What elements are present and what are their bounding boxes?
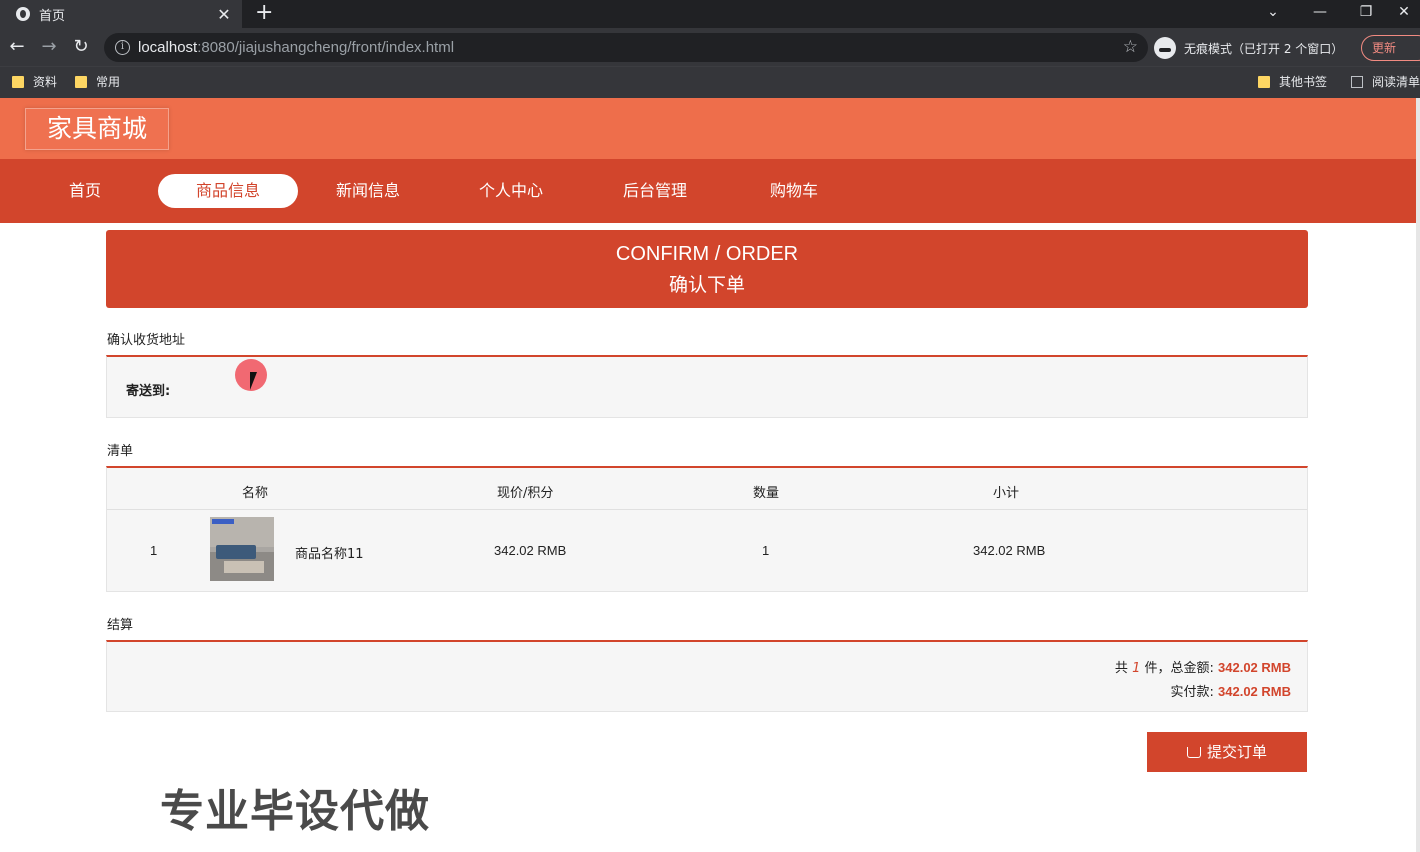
mouse-cursor-icon [250,372,257,390]
list-section-title: 清单 [107,444,134,459]
reload-icon[interactable]: ↻ [70,36,92,58]
settlement-section-title: 结算 [107,618,134,633]
submit-order-label: 提交订单 [1206,743,1267,761]
close-tab-icon[interactable]: ✕ [214,5,234,24]
nav-personal-center[interactable]: 个人中心 [441,174,581,208]
close-window-icon[interactable]: ✕ [1388,0,1420,28]
order-items-table [106,466,1308,592]
confirm-order-banner: CONFIRM / ORDER 确认下单 [106,230,1308,308]
address-section-title: 确认收货地址 [107,333,186,348]
settlement-box [106,640,1308,712]
bookmark-label: 其他书签 [1279,75,1328,89]
product-thumbnail[interactable] [210,517,274,581]
nav-products[interactable]: 商品信息 [158,174,298,208]
product-name[interactable]: 商品名称11 [295,543,364,562]
product-subtotal: 342.02 RMB [973,543,1046,558]
reading-list-icon [1351,75,1363,88]
bookmark-label: 阅读清单 [1372,75,1420,89]
bookmark-star-icon[interactable]: ☆ [1123,37,1138,57]
paid-amount: 342.02 RMB [1218,684,1291,699]
other-bookmarks[interactable]: 其他书签 [1258,73,1327,90]
header-subtotal: 小计 [993,486,1020,501]
nav-admin[interactable]: 后台管理 [585,174,725,208]
minimize-icon[interactable]: — [1297,0,1343,28]
bookmark-label: 常用 [96,75,121,89]
product-quantity: 1 [762,543,770,558]
folder-icon [1258,75,1270,88]
url-text[interactable]: localhost:8080/jiajushangcheng/front/ind… [138,39,454,56]
browser-tab[interactable]: 首页 ✕ [0,0,242,28]
site-info-icon[interactable]: i [115,40,130,55]
bookmarks-bar [0,66,1420,98]
tab-title: 首页 [39,8,66,24]
cart-icon [1186,747,1201,758]
folder-icon [75,75,87,88]
bookmark-folder-changyong[interactable]: 常用 [75,73,120,90]
row-index: 1 [150,543,158,558]
header-name: 名称 [242,486,269,501]
site-logo[interactable]: 家具商城 [25,108,169,150]
product-price: 342.02 RMB [494,543,567,558]
nav-cart[interactable]: 购物车 [724,174,864,208]
paid-summary: 实付款: 342.02 RMB [1170,684,1291,700]
header-price: 现价/积分 [497,486,554,501]
scrollbar-track[interactable] [1416,98,1420,852]
banner-title-cn: 确认下单 [668,274,745,296]
folder-icon [12,75,24,88]
reading-list[interactable]: 阅读清单 [1351,73,1420,90]
forward-icon[interactable]: → [38,36,60,58]
new-tab-icon[interactable]: + [255,1,273,25]
banner-title-en: CONFIRM / ORDER [615,243,799,265]
watermark-text: 专业毕设代做 [160,786,430,837]
bookmark-label: 资料 [33,75,58,89]
nav-home[interactable]: 首页 [15,174,155,208]
ship-to-label: 寄送到: [126,384,171,399]
row-divider [107,509,1307,510]
incognito-icon [1154,37,1176,59]
update-button[interactable]: 更新 [1361,35,1420,61]
incognito-label: 无痕模式（已打开 2 个窗口） [1184,41,1344,56]
submit-order-button[interactable]: 提交订单 [1147,732,1307,772]
back-icon[interactable]: ← [6,36,28,58]
header-quantity: 数量 [753,486,780,501]
address-bar[interactable]: i localhost:8080/jiajushangcheng/front/i… [104,33,1148,62]
incognito-indicator[interactable]: 无痕模式（已打开 2 个窗口） [1154,34,1343,62]
globe-icon [16,7,30,21]
total-summary: 共 1 件，总金额: 342.02 RMB [1114,660,1291,676]
total-amount: 342.02 RMB [1218,660,1291,675]
bookmark-folder-ziliao[interactable]: 资料 [12,73,57,90]
browser-tab-bar: 首页 ✕ + ⌄ — ❐ ✕ [0,0,1420,28]
restore-icon[interactable]: ❐ [1343,0,1389,28]
address-box [106,355,1308,418]
item-count: 1 [1132,661,1141,676]
brand-bar [0,98,1416,159]
tab-search-icon[interactable]: ⌄ [1250,0,1296,28]
nav-news[interactable]: 新闻信息 [298,174,438,208]
